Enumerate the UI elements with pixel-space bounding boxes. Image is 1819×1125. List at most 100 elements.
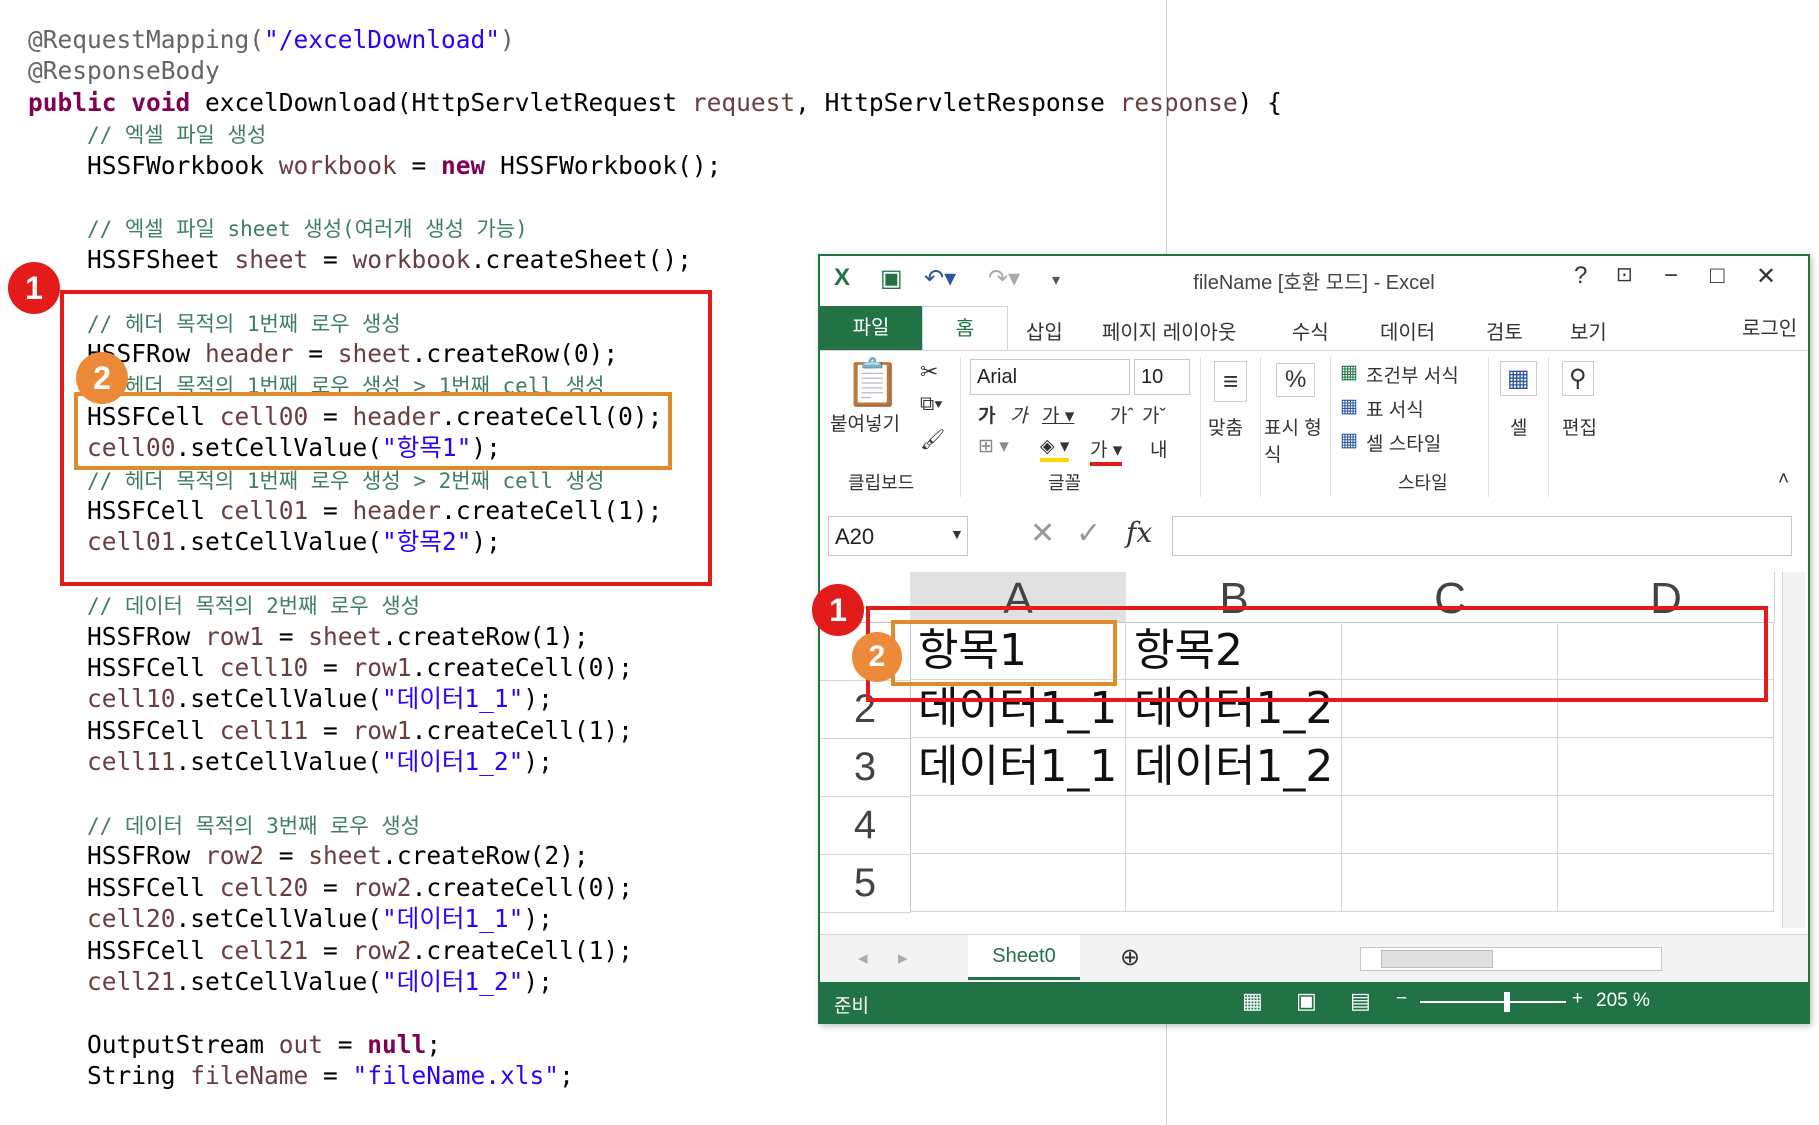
tab-formulas[interactable]: 수식 bbox=[1292, 316, 1329, 345]
zoom-in-icon[interactable]: + bbox=[1572, 988, 1583, 1010]
enter-icon[interactable]: ✓ bbox=[1076, 516, 1101, 551]
scrollbar-thumb[interactable] bbox=[1381, 950, 1493, 968]
number-format-button[interactable]: 표시 형식 bbox=[1264, 413, 1324, 467]
code-line: HSSFCell cell21 = row2.createCell(1); bbox=[28, 935, 633, 966]
cell-b3[interactable]: 데이터1_2 bbox=[1126, 738, 1342, 796]
tab-view[interactable]: 보기 bbox=[1570, 316, 1607, 345]
code-token: .createRow(2); bbox=[382, 841, 589, 871]
name-box[interactable]: A20 bbox=[828, 516, 968, 556]
name-box-dropdown-icon[interactable]: ▼ bbox=[950, 526, 964, 542]
collapse-ribbon-icon[interactable]: ˄ bbox=[1778, 469, 1789, 491]
percent-icon[interactable]: % bbox=[1276, 363, 1316, 397]
code-token: cell20 bbox=[219, 872, 309, 902]
add-sheet-icon[interactable]: ⊕ bbox=[1120, 943, 1140, 972]
font-color-icon[interactable]: 가 ▾ bbox=[1090, 435, 1123, 466]
cell-c3[interactable] bbox=[1342, 738, 1558, 796]
code-token: cell10 bbox=[87, 684, 176, 714]
cond-format-icon[interactable]: ▦ bbox=[1340, 361, 1358, 384]
vertical-scrollbar[interactable] bbox=[1782, 572, 1805, 928]
sheet-next-icon[interactable]: ▸ bbox=[898, 947, 908, 970]
sheet-prev-icon[interactable]: ◂ bbox=[858, 947, 868, 970]
cell-style-icon[interactable]: ▦ bbox=[1340, 429, 1358, 452]
cell-a3[interactable]: 데이터1_1 bbox=[910, 738, 1126, 796]
row-header-5[interactable]: 5 bbox=[820, 854, 911, 913]
minimize-icon[interactable]: − bbox=[1664, 262, 1678, 290]
tab-data[interactable]: 데이터 bbox=[1380, 316, 1435, 345]
code-token: .createCell(0); bbox=[411, 653, 633, 682]
tab-home[interactable]: 홈 bbox=[922, 306, 1008, 351]
code-line: HSSFCell cell11 = row1.createCell(1); bbox=[28, 715, 633, 746]
close-icon[interactable]: ✕ bbox=[1756, 262, 1776, 291]
cell-c5[interactable] bbox=[1342, 854, 1558, 912]
cell-c4[interactable] bbox=[1342, 796, 1558, 854]
tab-page-layout[interactable]: 페이지 레이아웃 bbox=[1102, 316, 1236, 345]
zoom-slider-thumb[interactable] bbox=[1504, 992, 1510, 1012]
cells-button[interactable]: 셀 bbox=[1510, 413, 1527, 440]
table-format-icon[interactable]: ▦ bbox=[1340, 395, 1358, 418]
italic-button[interactable]: 가 bbox=[1010, 401, 1027, 428]
cell-d4[interactable] bbox=[1558, 796, 1774, 854]
zoom-out-icon[interactable]: − bbox=[1396, 988, 1407, 1010]
edit-button[interactable]: 편집 bbox=[1562, 413, 1597, 440]
code-line: cell11.setCellValue("데이터1_2"); bbox=[28, 746, 553, 777]
cond-format-button[interactable]: 조건부 서식 bbox=[1366, 361, 1459, 388]
formula-input[interactable] bbox=[1172, 516, 1792, 556]
row-header-3[interactable]: 3 bbox=[820, 738, 911, 797]
cancel-icon[interactable]: ✕ bbox=[1030, 516, 1055, 551]
help-icon[interactable]: ? bbox=[1574, 262, 1587, 290]
font-size-select[interactable]: 10 bbox=[1134, 359, 1190, 395]
zoom-level[interactable]: 205 % bbox=[1596, 990, 1650, 1012]
code-line: HSSFWorkbook workbook = new HSSFWorkbook… bbox=[28, 150, 721, 181]
cell-b4[interactable] bbox=[1126, 796, 1342, 854]
code-token: = bbox=[308, 872, 353, 902]
page-break-view-icon[interactable]: ▤ bbox=[1350, 988, 1371, 1014]
normal-view-icon[interactable]: ▦ bbox=[1242, 988, 1263, 1014]
code-line: HSSFRow row2 = sheet.createRow(2); bbox=[28, 840, 589, 871]
horizontal-scrollbar[interactable] bbox=[1360, 947, 1662, 971]
paste-button[interactable]: 붙여넣기 bbox=[830, 409, 900, 436]
cut-icon[interactable]: ✂ bbox=[920, 359, 938, 385]
code-token: cell11 bbox=[219, 715, 309, 745]
code-token: = bbox=[308, 1061, 353, 1091]
find-icon[interactable]: ⚲ bbox=[1562, 361, 1594, 396]
cell-d5[interactable] bbox=[1558, 854, 1774, 912]
insert-function-icon[interactable]: fx bbox=[1126, 516, 1152, 549]
fill-color-icon[interactable]: ◈ ▾ bbox=[1040, 435, 1070, 462]
format-painter-icon[interactable]: 🖌 bbox=[920, 427, 945, 452]
border-icon[interactable]: ⊞ ▾ bbox=[978, 435, 1009, 458]
font-name-select[interactable]: Arial bbox=[970, 359, 1130, 395]
tab-insert[interactable]: 삽입 bbox=[1026, 316, 1063, 345]
code-token: .setCellValue( bbox=[175, 684, 383, 714]
font-grow-button[interactable]: 가ˆ bbox=[1110, 401, 1134, 428]
align-button[interactable]: 맞춤 bbox=[1208, 413, 1243, 440]
font-shrink-button[interactable]: 가ˇ bbox=[1142, 401, 1166, 428]
phonetic-icon[interactable]: 내 bbox=[1150, 435, 1167, 462]
align-icon[interactable]: ≡ bbox=[1214, 361, 1248, 402]
maximize-icon[interactable]: □ bbox=[1710, 262, 1725, 290]
ribbon-display-icon[interactable]: ⊡ bbox=[1616, 262, 1633, 287]
table-format-button[interactable]: 표 서식 bbox=[1366, 395, 1424, 422]
cell-d3[interactable] bbox=[1558, 738, 1774, 796]
cell-a5[interactable] bbox=[910, 854, 1126, 912]
underline-button[interactable]: 가 ▾ bbox=[1042, 401, 1074, 428]
bold-button[interactable]: 가 bbox=[978, 401, 995, 428]
code-token: = bbox=[264, 841, 309, 871]
ribbon-separator bbox=[1200, 357, 1201, 497]
code-token: HSSFWorkbook bbox=[28, 150, 279, 180]
paste-icon[interactable]: 📋 bbox=[844, 355, 901, 410]
cell-style-button[interactable]: 셀 스타일 bbox=[1366, 429, 1441, 456]
sheet-tab-sheet0[interactable]: Sheet0 bbox=[968, 935, 1080, 980]
cell-a4[interactable] bbox=[910, 796, 1126, 854]
tab-review[interactable]: 검토 bbox=[1486, 316, 1523, 345]
login-link[interactable]: 로그인 bbox=[1742, 312, 1797, 341]
cells-icon[interactable]: ▦ bbox=[1500, 361, 1537, 396]
code-token: ; bbox=[426, 1029, 442, 1059]
status-text: 준비 bbox=[834, 996, 869, 1017]
tab-file[interactable]: 파일 bbox=[820, 306, 922, 350]
cell-b5[interactable] bbox=[1126, 854, 1342, 912]
row-header-4[interactable]: 4 bbox=[820, 796, 911, 855]
page-layout-view-icon[interactable]: ▣ bbox=[1296, 988, 1317, 1014]
zoom-slider[interactable] bbox=[1420, 992, 1566, 1012]
copy-icon[interactable]: ⧉▾ bbox=[920, 393, 943, 416]
